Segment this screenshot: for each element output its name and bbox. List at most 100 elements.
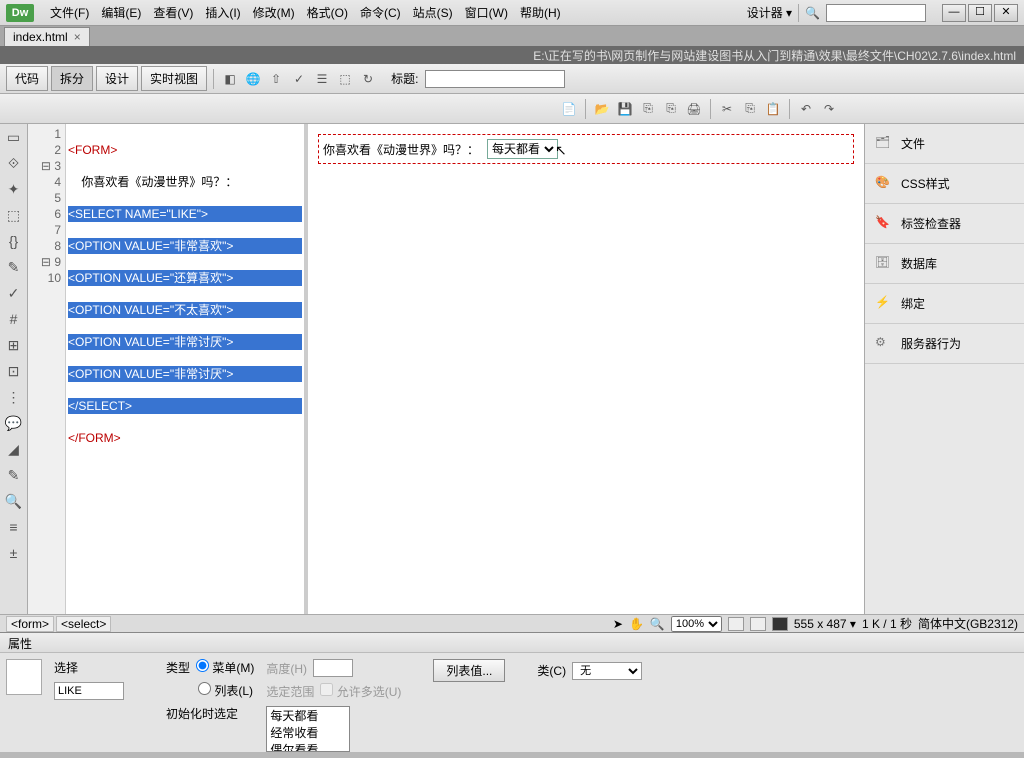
tool-icon[interactable]: ⬚ [5,206,23,224]
saveall-icon[interactable]: ⎘ [638,99,658,119]
view-toolbar: 代码 拆分 设计 实时视图 ◧ 🌐 ⇧ ✓ ☰ ⬚ ↻ 标题: [0,64,1024,94]
view-split-button[interactable]: 拆分 [51,66,93,91]
tool-icon[interactable]: # [5,310,23,328]
database-icon: 🗄 [875,255,893,273]
view-design-button[interactable]: 设计 [96,66,138,91]
new-icon[interactable]: 📄 [559,99,579,119]
code-editor[interactable]: <FORM> 你喜欢看《动漫世界》吗？： <SELECT NAME="LIKE"… [66,124,304,614]
save-icon[interactable]: 💾 [615,99,635,119]
design-pane[interactable]: 你喜欢看《动漫世界》吗？： 每天都看 ↖ [308,124,864,614]
menu-view[interactable]: 查看(V) [147,4,199,21]
panel-bindings[interactable]: ⚡绑定 [865,284,1024,324]
tag-selector-bar: <form> <select> ➤ ✋ 🔍 100% 555 x 487 ▾ 1… [0,614,1024,632]
select-label: 选择 [54,659,124,676]
title-input[interactable] [425,70,565,88]
file-path-bar: E:\正在写的书\网页制作与网站建设图书从入门到精通\效果\最终文件\CH02\… [0,46,1024,64]
menu-help[interactable]: 帮助(H) [514,4,567,21]
panel-database[interactable]: 🗄数据库 [865,244,1024,284]
panel-tag-inspector[interactable]: 🔖标签检查器 [865,204,1024,244]
upload-icon[interactable]: ⇧ [266,69,286,89]
list-values-button[interactable]: 列表值... [433,659,505,682]
type-label: 类型 [166,659,190,676]
refresh-icon[interactable]: ↻ [358,69,378,89]
properties-header[interactable]: 属性 [0,633,1024,653]
zoom-icon[interactable]: 🔍 [650,617,665,631]
tagpath-select[interactable]: <select> [56,616,111,632]
menu-insert[interactable]: 插入(I) [199,4,246,21]
tab-label: index.html [13,30,68,44]
check-icon[interactable]: ✓ [289,69,309,89]
tool-icon[interactable]: {} [5,232,23,250]
tool-icon[interactable]: ⊞ [5,336,23,354]
cut-icon[interactable]: ✂ [717,99,737,119]
tab-index[interactable]: index.html × [4,27,90,46]
copy2-icon[interactable]: ⎘ [740,99,760,119]
list-icon[interactable]: ☰ [312,69,332,89]
tool-icon[interactable]: ▭ [5,128,23,146]
tagpath-form[interactable]: <form> [6,616,54,632]
close-button[interactable]: ✕ [994,4,1018,22]
tool-icon[interactable]: ⊡ [5,362,23,380]
menu-site[interactable]: 站点(S) [407,4,459,21]
sel-range-label: 选定范围 [266,683,314,700]
tool-icon[interactable]: 💬 [5,414,23,432]
minimize-button[interactable]: — [942,4,966,22]
search-input[interactable] [826,4,926,22]
status-icon[interactable] [728,617,744,631]
select-element-icon [6,659,42,695]
maximize-button[interactable]: ☐ [968,4,992,22]
undo-icon[interactable]: ↶ [796,99,816,119]
tab-close-icon[interactable]: × [74,30,81,44]
paste-icon[interactable]: 📋 [763,99,783,119]
dimensions[interactable]: 555 x 487 ▾ [794,617,856,631]
zoom-select[interactable]: 100% [671,616,722,632]
copy-icon[interactable]: ⎘ [661,99,681,119]
tool-icon[interactable]: ✎ [5,466,23,484]
class-select[interactable]: 无 [572,662,642,680]
tool-icon[interactable]: ± [5,544,23,562]
menu-file[interactable]: 文件(F) [44,4,95,21]
globe-icon[interactable]: 🌐 [243,69,263,89]
open-icon[interactable]: 📂 [592,99,612,119]
code-pane[interactable]: 12 ⊟ 34 56 78 ⊟ 910 <FORM> 你喜欢看《动漫世界》吗？：… [28,124,308,614]
view-code-button[interactable]: 代码 [6,66,48,91]
tool-icon[interactable]: ✓ [5,284,23,302]
type-menu-radio[interactable]: 菜单(M) [196,659,254,676]
search-icon: 🔍 [805,6,820,20]
pointer-icon[interactable]: ➤ [613,617,623,631]
designer-dropdown[interactable]: 设计器 ▾ [747,4,792,21]
tool-icon[interactable]: 🔍 [5,492,23,510]
view-live-button[interactable]: 实时视图 [141,66,207,91]
panel-files[interactable]: 🗂文件 [865,124,1024,164]
like-select[interactable]: 每天都看 [487,139,558,159]
tool-icon[interactable]: ⟐ [5,154,23,172]
menu-edit[interactable]: 编辑(E) [95,4,147,21]
tool-icon[interactable]: ✎ [5,258,23,276]
init-select-list[interactable]: 每天都看 经常收看 偶尔看看 [266,706,350,752]
tool-icon[interactable]: ≡ [5,518,23,536]
status-icon[interactable] [772,617,788,631]
print-icon[interactable]: 🖨 [684,99,704,119]
tool-icon[interactable]: ◢ [5,440,23,458]
status-icon[interactable] [750,617,766,631]
form-element[interactable]: 你喜欢看《动漫世界》吗？： 每天都看 ↖ [318,134,854,164]
height-label: 高度(H) [266,660,307,677]
tool-icon[interactable]: ⋮ [5,388,23,406]
menu-window[interactable]: 窗口(W) [459,4,514,21]
type-list-radio[interactable]: 列表(L) [198,682,253,699]
redo-icon[interactable]: ↷ [819,99,839,119]
panel-css[interactable]: 🎨CSS样式 [865,164,1024,204]
menu-modify[interactable]: 修改(M) [247,4,301,21]
tool-icon[interactable]: ✦ [5,180,23,198]
select-name-input[interactable] [54,682,124,700]
height-input [313,659,353,677]
menu-commands[interactable]: 命令(C) [354,4,407,21]
panel-server-behaviors[interactable]: ⚙服务器行为 [865,324,1024,364]
init-label: 初始化时选定 [166,705,238,722]
link-icon[interactable]: ⬚ [335,69,355,89]
encoding[interactable]: 简体中文(GB2312) [918,615,1018,632]
toolbar-icon[interactable]: ◧ [220,69,240,89]
left-toolbar: ▭ ⟐ ✦ ⬚ {} ✎ ✓ # ⊞ ⊡ ⋮ 💬 ◢ ✎ 🔍 ≡ ± [0,124,28,614]
menu-format[interactable]: 格式(O) [301,4,354,21]
hand-icon[interactable]: ✋ [629,617,644,631]
